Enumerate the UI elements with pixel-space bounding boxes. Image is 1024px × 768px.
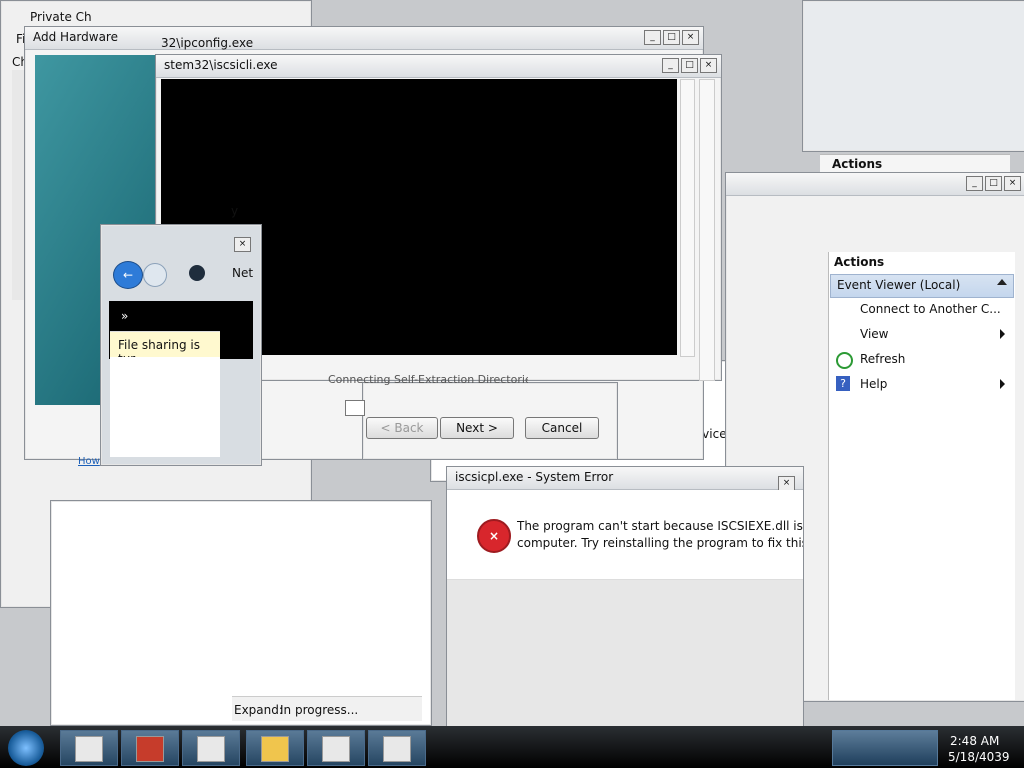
- expand-label: Expand:: [234, 703, 283, 717]
- network-globe-icon: [189, 265, 205, 281]
- taskbar-button[interactable]: [60, 730, 118, 766]
- error-message-line-2: computer. Try reinstalling the program t…: [517, 536, 803, 550]
- forward-icon[interactable]: [143, 263, 167, 287]
- event-viewer-group[interactable]: Event Viewer (Local): [830, 274, 1014, 298]
- taskbar: 2:48 AM 5/18/4039: [0, 726, 1024, 768]
- add-folder-icon: [261, 736, 289, 762]
- expand-status-bar: Expand: In progress...: [232, 696, 422, 721]
- system-error-close-icon[interactable]: ×: [778, 474, 795, 491]
- expand-value: In progress...: [280, 703, 359, 717]
- outer-scrollbar[interactable]: [699, 79, 715, 381]
- close-icon[interactable]: ×: [700, 58, 717, 73]
- submenu-arrow-icon: [1000, 379, 1005, 389]
- close-icon[interactable]: ×: [1004, 176, 1021, 191]
- maximize-icon[interactable]: □: [681, 58, 698, 73]
- console-scrollbar[interactable]: [680, 79, 695, 357]
- error-message-line-1: The program can't start because ISCSIEXE…: [517, 519, 803, 533]
- maximize-icon[interactable]: □: [663, 30, 680, 45]
- taskbar-time[interactable]: 2:48 AM: [950, 734, 999, 748]
- add-hardware-window-controls: _ □ ×: [644, 30, 699, 45]
- network-content: [110, 357, 220, 457]
- minimize-icon[interactable]: _: [966, 176, 983, 191]
- system-error-title: iscsicpl.exe - System Error: [455, 470, 614, 484]
- file-sharing-bar[interactable]: File sharing is tur...: [110, 331, 220, 366]
- toolbox-icon: [136, 736, 164, 762]
- actions-header: Actions: [834, 255, 885, 269]
- back-icon[interactable]: ←: [113, 261, 143, 289]
- background-document-window: [50, 500, 432, 726]
- actions-pane: [828, 252, 1015, 700]
- system-error-dialog: iscsicpl.exe - System Error × × The prog…: [446, 466, 804, 730]
- network-address-text[interactable]: Net: [232, 266, 253, 280]
- iscsicli-window-controls: _ □ ×: [662, 58, 717, 73]
- window-icon: [197, 736, 225, 762]
- wizard-checkbox[interactable]: [345, 400, 365, 416]
- network-sidebar-marker[interactable]: »: [121, 309, 128, 323]
- cancel-button[interactable]: Cancel: [525, 417, 599, 439]
- taskbar-button[interactable]: [307, 730, 365, 766]
- window-icon: [383, 736, 411, 762]
- start-button[interactable]: [8, 730, 44, 766]
- back-button[interactable]: < Back: [366, 417, 438, 439]
- action-refresh[interactable]: Refresh: [860, 349, 905, 369]
- collapse-icon[interactable]: [997, 279, 1007, 285]
- event-viewer-window-controls: _ □ ×: [966, 176, 1021, 191]
- back-actions-header: Actions: [832, 157, 883, 171]
- submenu-arrow-icon: [1000, 329, 1005, 339]
- network-close-icon[interactable]: ×: [234, 235, 251, 252]
- wizard-fragment-line: Connecting Self-Extraction Directories: [328, 373, 528, 386]
- action-view[interactable]: View: [860, 324, 888, 344]
- action-help[interactable]: Help: [860, 374, 887, 394]
- ipconfig-title: 32\ipconfig.exe: [161, 36, 254, 50]
- refresh-icon: [836, 352, 853, 369]
- maximize-icon[interactable]: □: [985, 176, 1002, 191]
- iscsicli-title: stem32\iscsicli.exe: [164, 58, 278, 72]
- how-link[interactable]: How: [78, 456, 100, 467]
- minimize-icon[interactable]: _: [662, 58, 679, 73]
- event-viewer-back-window: [802, 0, 1024, 152]
- private-window-title: Private Ch: [30, 10, 92, 24]
- taskbar-button[interactable]: [121, 730, 179, 766]
- taskbar-date[interactable]: 5/18/4039: [948, 750, 1010, 764]
- error-icon: ×: [477, 519, 511, 553]
- help-icon: ?: [836, 376, 850, 391]
- close-icon[interactable]: ×: [682, 30, 699, 45]
- add-hardware-title: Add Hardware: [33, 30, 118, 44]
- window-icon: [75, 736, 103, 762]
- network-window: × ← Net » File sharing is tur...: [100, 224, 262, 466]
- event-viewer-group-label: Event Viewer (Local): [837, 278, 961, 292]
- back-actions-panel: Actions: [820, 154, 1010, 173]
- system-tray: [832, 730, 938, 766]
- next-button[interactable]: Next >: [440, 417, 514, 439]
- minimize-icon[interactable]: _: [644, 30, 661, 45]
- document-icon: [322, 736, 350, 762]
- fragment-y: y: [231, 204, 239, 218]
- taskbar-button[interactable]: [246, 730, 304, 766]
- taskbar-button[interactable]: [368, 730, 426, 766]
- taskbar-button[interactable]: [182, 730, 240, 766]
- action-connect-another[interactable]: Connect to Another C...: [860, 299, 1001, 319]
